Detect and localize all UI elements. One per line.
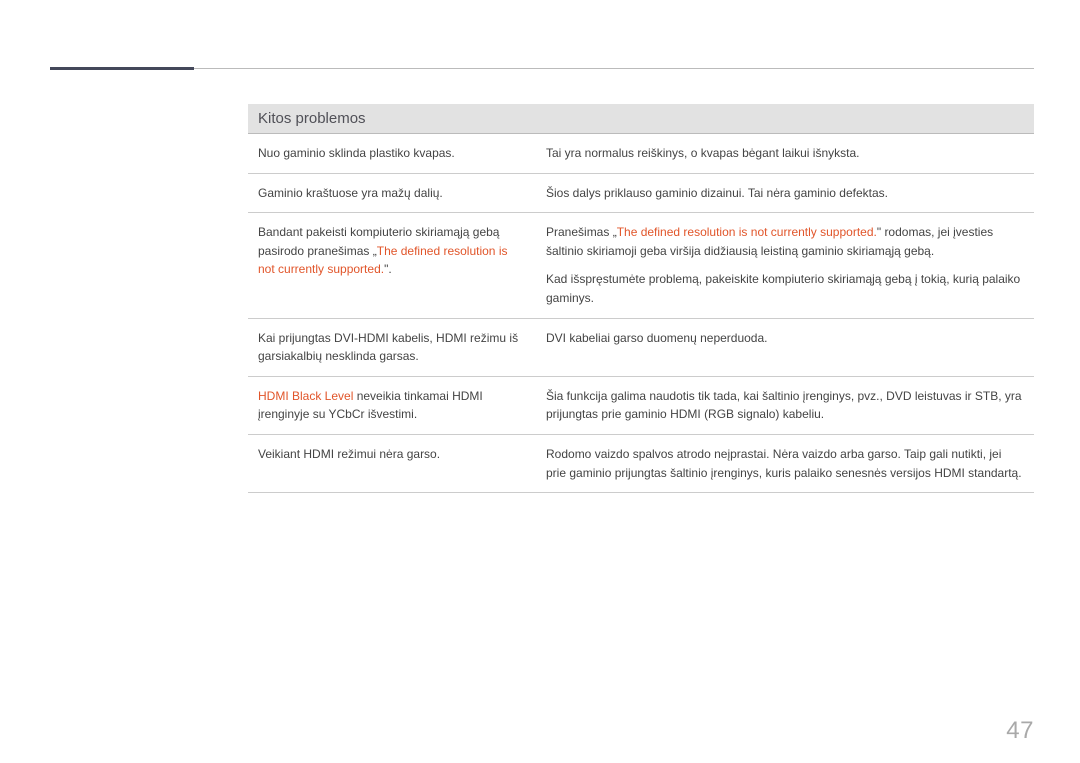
- issue-cell: Nuo gaminio sklinda plastiko kvapas.: [248, 134, 536, 173]
- paragraph: Kad išspręstumėte problemą, pakeiskite k…: [546, 270, 1024, 307]
- issue-cell: Kai prijungtas DVI-HDMI kabelis, HDMI re…: [248, 318, 536, 376]
- accent-bar: [50, 67, 194, 70]
- answer-cell: Šios dalys priklauso gaminio dizainui. T…: [536, 173, 1034, 213]
- answer-cell: Rodomo vaizdo spalvos atrodo neįprastai.…: [536, 434, 1034, 492]
- issue-cell: Gaminio kraštuose yra mažų dalių.: [248, 173, 536, 213]
- top-divider: [50, 68, 1034, 69]
- highlighted-text: The defined resolution is not currently …: [617, 225, 877, 239]
- highlighted-text: HDMI Black Level: [258, 389, 353, 403]
- table-row: HDMI Black Level neveikia tinkamai HDMI …: [248, 376, 1034, 434]
- content-area: Kitos problemos Nuo gaminio sklinda plas…: [248, 104, 1034, 493]
- table-row: Bandant pakeisti kompiuterio skiriamąją …: [248, 213, 1034, 318]
- paragraph: Pranešimas „The defined resolution is no…: [546, 223, 1024, 260]
- answer-cell: Šia funkcija galima naudotis tik tada, k…: [536, 376, 1034, 434]
- text-fragment: ".: [384, 262, 392, 276]
- answer-cell: Pranešimas „The defined resolution is no…: [536, 213, 1034, 318]
- table-row: Kai prijungtas DVI-HDMI kabelis, HDMI re…: [248, 318, 1034, 376]
- answer-cell: Tai yra normalus reiškinys, o kvapas bėg…: [536, 134, 1034, 173]
- answer-cell: DVI kabeliai garso duomenų neperduoda.: [536, 318, 1034, 376]
- issue-cell: Veikiant HDMI režimui nėra garso.: [248, 434, 536, 492]
- issue-cell: HDMI Black Level neveikia tinkamai HDMI …: [248, 376, 536, 434]
- troubleshoot-table: Nuo gaminio sklinda plastiko kvapas. Tai…: [248, 134, 1034, 493]
- table-row: Nuo gaminio sklinda plastiko kvapas. Tai…: [248, 134, 1034, 173]
- text-fragment: Pranešimas „: [546, 225, 617, 239]
- manual-page: Kitos problemos Nuo gaminio sklinda plas…: [0, 0, 1080, 763]
- table-row: Veikiant HDMI režimui nėra garso. Rodomo…: [248, 434, 1034, 492]
- page-number: 47: [1006, 717, 1034, 745]
- issue-cell: Bandant pakeisti kompiuterio skiriamąją …: [248, 213, 536, 318]
- section-header: Kitos problemos: [248, 104, 1034, 134]
- table-row: Gaminio kraštuose yra mažų dalių. Šios d…: [248, 173, 1034, 213]
